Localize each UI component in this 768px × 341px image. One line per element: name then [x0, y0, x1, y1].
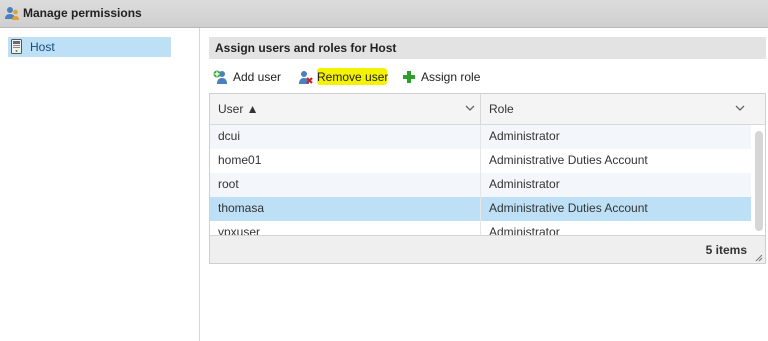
table-row[interactable]: dcui Administrator — [210, 125, 751, 149]
assign-role-label: Assign role — [421, 70, 481, 84]
sidebar-divider — [199, 28, 200, 341]
item-count: 5 items — [705, 243, 747, 257]
window-title: Manage permissions — [23, 6, 142, 20]
remove-user-icon — [299, 71, 313, 84]
cell-user: root — [218, 177, 239, 191]
cell-user: home01 — [218, 153, 262, 167]
table-row[interactable]: root Administrator — [210, 173, 751, 197]
cell-separator — [480, 125, 481, 149]
cell-separator — [480, 173, 481, 197]
sidebar-item-host[interactable]: Host — [8, 37, 171, 57]
remove-user-label: Remove user — [317, 70, 389, 84]
chevron-down-icon[interactable] — [465, 103, 475, 113]
toolbar: Add user Remove user Assign role — [209, 67, 766, 89]
grid-footer: 5 items — [210, 235, 765, 263]
panel-header: Assign users and roles for Host — [209, 37, 766, 59]
column-header-user-label: User ▲ — [218, 102, 259, 116]
users-icon — [5, 7, 19, 20]
panel-title: Assign users and roles for Host — [215, 41, 397, 55]
scrollbar-thumb[interactable] — [755, 131, 763, 231]
add-user-label: Add user — [233, 70, 282, 84]
resize-grip-icon[interactable] — [755, 254, 763, 262]
assign-role-button[interactable]: Assign role — [401, 67, 483, 87]
table-row-selected[interactable]: thomasa Administrative Duties Account — [210, 197, 751, 221]
remove-user-button[interactable]: Remove user — [297, 67, 393, 87]
add-user-icon — [213, 70, 227, 84]
permissions-grid: User ▲ Role dcui Administrator home01 Ad… — [209, 93, 766, 264]
plus-icon — [403, 71, 415, 83]
sidebar-item-label: Host — [30, 40, 55, 54]
cell-role: Administrator — [489, 129, 560, 143]
column-header-role[interactable]: Role — [481, 94, 765, 124]
cell-user: dcui — [218, 129, 241, 143]
column-header-user[interactable]: User ▲ — [210, 94, 480, 124]
grid-header: User ▲ Role — [210, 94, 765, 125]
column-header-role-label: Role — [489, 102, 514, 116]
add-user-button[interactable]: Add user — [213, 67, 285, 87]
cell-role: Administrator — [489, 177, 560, 191]
title-bar: Manage permissions — [0, 0, 768, 28]
table-row[interactable]: home01 Administrative Duties Account — [210, 149, 751, 173]
chevron-down-icon[interactable] — [735, 103, 745, 113]
cell-role: Administrative Duties Account — [489, 153, 648, 167]
cell-role: Administrative Duties Account — [489, 201, 648, 215]
cell-separator — [480, 197, 481, 221]
host-icon — [11, 39, 22, 54]
cell-user: thomasa — [218, 201, 265, 215]
cell-separator — [480, 149, 481, 173]
